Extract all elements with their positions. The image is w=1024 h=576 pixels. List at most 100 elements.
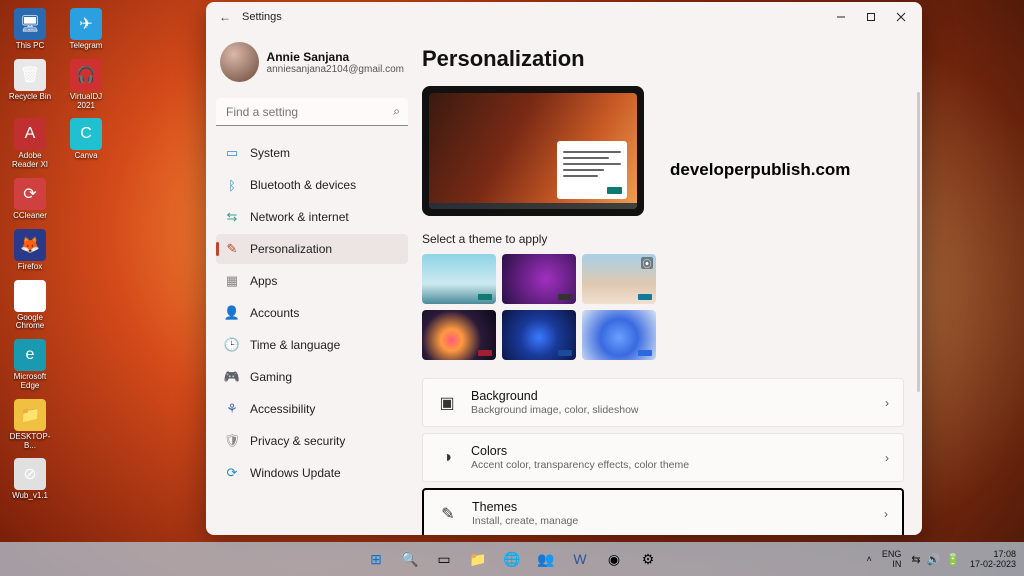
desktop-app-icon: 🗑 (14, 59, 46, 91)
settings-window: ← Settings Annie Sanjana anniesanjana210… (206, 2, 922, 535)
desktop-icon[interactable]: C Canva (64, 118, 108, 170)
sidebar-item-privacy-security[interactable]: 🛡Privacy & security (216, 426, 408, 456)
option-background[interactable]: ▣BackgroundBackground image, color, slid… (422, 378, 904, 427)
desktop-icon[interactable]: 🎧VirtualDJ 2021 (64, 59, 108, 111)
desktop-icon[interactable]: eMicrosoft Edge (8, 339, 52, 391)
desktop-icon[interactable]: ✈Telegram (64, 8, 108, 51)
taskbar-word[interactable]: W (565, 544, 595, 574)
profile-name: Annie Sanjana (267, 50, 404, 64)
volume-icon[interactable]: 🔊 (927, 553, 941, 566)
privacy-security-icon: 🛡 (224, 433, 240, 449)
theme-thumbnail-3[interactable] (582, 254, 656, 304)
sidebar-item-bluetooth-devices[interactable]: ᛒ Bluetooth & devices (216, 170, 408, 200)
sidebar-item-accounts[interactable]: 👤Accounts (216, 298, 408, 328)
personalization-icon: ✎ (224, 241, 240, 257)
time-language-icon: 🕒 (224, 337, 240, 353)
back-button[interactable]: ← (212, 10, 238, 24)
desktop-icon[interactable]: 🗑 Recycle Bin (8, 59, 52, 111)
sidebar-item-network-internet[interactable]: ⇆ Network & internet (216, 202, 408, 232)
battery-icon[interactable]: 🔋 (946, 553, 960, 566)
desktop-icon[interactable]: 📁DESKTOP-B... (8, 399, 52, 451)
option-title: Colors (471, 444, 871, 458)
avatar (220, 42, 259, 82)
desktop-icon-label: Adobe Reader XI (8, 152, 52, 170)
desktop-icon[interactable]: 🖥This PC (8, 8, 52, 51)
theme-thumbnail-1[interactable] (422, 254, 496, 304)
sidebar-item-personalization[interactable]: ✎ Personalization (216, 234, 408, 264)
theme-thumbnail-4[interactable] (422, 310, 496, 360)
content-scrollbar[interactable] (917, 92, 920, 392)
accounts-icon: 👤 (224, 305, 240, 321)
desktop-icon[interactable]: ◉ Google Chrome (8, 280, 52, 332)
background-icon: ▣ (437, 393, 457, 413)
desktop-icon-label: Canva (74, 152, 97, 161)
watermark-text: developerpublish.com (670, 160, 850, 180)
desktop-app-icon: 🎧 (70, 59, 102, 91)
taskbar-file-explorer[interactable]: 📁 (463, 544, 493, 574)
desktop-icon[interactable]: ⟳CCleaner (8, 178, 52, 221)
search-container: ⌕ (216, 98, 408, 126)
search-icon: ⌕ (393, 104, 400, 119)
sidebar-item-label: Personalization (250, 242, 332, 256)
taskbar-settings[interactable]: ⚙ (633, 544, 663, 574)
taskbar-edge[interactable]: 🌐 (497, 544, 527, 574)
desktop-icon-label: Wub_v1.1 (12, 492, 48, 501)
taskbar: ⊞ 🔍 ▭ 📁 🌐 👥 W ◉ ⚙ ˄ ENG IN ⇆ 🔊 🔋 17:08 (0, 542, 1024, 576)
close-button[interactable] (886, 6, 916, 28)
system-tray[interactable]: ˄ ENG IN ⇆ 🔊 🔋 17:08 17-02-2023 (867, 549, 1016, 570)
option-themes[interactable]: ✎ThemesInstall, create, manage› (422, 488, 904, 535)
desktop-preview[interactable] (422, 86, 644, 216)
taskbar-chrome[interactable]: ◉ (599, 544, 629, 574)
sidebar-item-label: Gaming (250, 370, 292, 384)
desktop-icon-label: CCleaner (13, 212, 47, 221)
taskbar-teams[interactable]: 👥 (531, 544, 561, 574)
desktop-app-icon: e (14, 339, 46, 371)
maximize-button[interactable] (856, 6, 886, 28)
desktop-icon-label: Recycle Bin (9, 93, 51, 102)
profile-block[interactable]: Annie Sanjana anniesanjana2104@gmail.com (216, 38, 408, 94)
desktop-icon-label: Telegram (70, 42, 103, 51)
themes-icon: ✎ (438, 504, 458, 524)
network-internet-icon: ⇆ (224, 209, 240, 225)
tray-chevron-icon[interactable]: ˄ (867, 554, 872, 564)
wifi-icon[interactable]: ⇆ (911, 553, 920, 566)
start-button[interactable]: ⊞ (361, 544, 391, 574)
desktop-icon[interactable]: 🦊Firefox (8, 229, 52, 272)
window-titlebar: ← Settings (206, 2, 922, 32)
chevron-right-icon: › (885, 396, 889, 410)
sidebar-item-system[interactable]: ▭System (216, 138, 408, 168)
nav-list: ▭System ᛒ Bluetooth & devices ⇆ Network & in… (216, 138, 408, 488)
clock[interactable]: 17:08 17-02-2023 (970, 549, 1016, 570)
desktop-app-icon: A (14, 118, 46, 150)
sidebar-item-windows-update[interactable]: ⟳Windows Update (216, 458, 408, 488)
search-input[interactable] (216, 98, 408, 126)
desktop-app-icon: ◉ (14, 280, 46, 312)
sidebar-item-accessibility[interactable]: ⚘Accessibility (216, 394, 408, 424)
task-view-button[interactable]: ▭ (429, 544, 459, 574)
colors-icon: ◑ (437, 448, 457, 468)
desktop-app-icon: 🖥 (14, 8, 46, 40)
sidebar-item-label: Bluetooth & devices (250, 178, 356, 192)
theme-thumbnail-2[interactable] (502, 254, 576, 304)
language-indicator[interactable]: ENG IN (882, 549, 902, 570)
desktop-icon[interactable]: A Adobe Reader XI (8, 118, 52, 170)
option-title: Themes (472, 500, 870, 514)
sidebar-item-gaming[interactable]: 🎮Gaming (216, 362, 408, 392)
desktop-app-icon: 📁 (14, 399, 46, 431)
theme-thumbnail-5[interactable] (502, 310, 576, 360)
option-colors[interactable]: ◑ColorsAccent color, transparency effect… (422, 433, 904, 482)
desktop-icon-label: Google Chrome (8, 314, 52, 332)
sidebar-item-label: Network & internet (250, 210, 349, 224)
desktop-icon-label: Firefox (18, 263, 42, 272)
sidebar-item-time-language[interactable]: 🕒Time & language (216, 330, 408, 360)
option-title: Background (471, 389, 871, 403)
taskbar-search-icon[interactable]: 🔍 (395, 544, 425, 574)
apps-icon: ▦ (224, 273, 240, 289)
bluetooth-devices-icon: ᛒ (224, 177, 240, 193)
desktop-app-icon: C (70, 118, 102, 150)
sidebar-item-apps[interactable]: ▦Apps (216, 266, 408, 296)
minimize-button[interactable] (826, 6, 856, 28)
desktop-icon[interactable]: ⊘Wub_v1.1 (8, 458, 52, 501)
theme-thumbnail-6[interactable] (582, 310, 656, 360)
desktop-wallpaper: 🖥This PC ✈Telegram 🗑 Recycle Bin 🎧VirtualDJ … (0, 0, 1024, 576)
